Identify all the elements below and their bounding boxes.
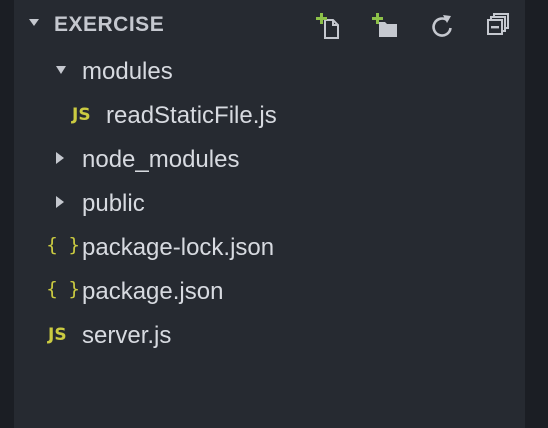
tree-item-modules[interactable]: modules: [14, 49, 525, 93]
tree-item-node-modules[interactable]: node_modules: [14, 137, 525, 181]
refresh-icon: [432, 15, 452, 37]
tree-item-label: public: [82, 190, 145, 217]
tree-item-package-lock-json[interactable]: { } package-lock.json: [14, 225, 525, 269]
js-file-icon: JS: [48, 325, 67, 345]
tree-item-label: node_modules: [82, 146, 240, 173]
tree-item-label: package-lock.json: [82, 234, 275, 261]
new-file-button[interactable]: [314, 10, 346, 42]
tree-item-label: server.js: [82, 322, 172, 349]
tree-item-label: package.json: [82, 278, 224, 305]
tree-item-server-js[interactable]: JS server.js: [14, 313, 525, 357]
json-file-icon: { }: [46, 234, 83, 256]
tree-item-readstaticfile-js[interactable]: JS readStaticFile.js: [14, 93, 525, 137]
tree-item-label: readStaticFile.js: [106, 102, 277, 129]
chevron-right-icon[interactable]: [56, 196, 64, 208]
new-folder-icon: [372, 13, 397, 37]
explorer-panel: EXERCISE modules JS readStaticFile.js no…: [14, 0, 525, 428]
tree-item-label: modules: [82, 58, 173, 85]
collapse-all-icon: [487, 13, 509, 35]
refresh-button[interactable]: [426, 10, 458, 42]
new-file-icon: [316, 13, 339, 39]
js-file-icon: JS: [72, 105, 91, 125]
tree-item-package-json[interactable]: { } package.json: [14, 269, 525, 313]
explorer-title: EXERCISE: [54, 13, 165, 36]
collapse-all-button[interactable]: [482, 10, 514, 42]
chevron-right-icon[interactable]: [56, 152, 64, 164]
json-file-icon: { }: [46, 278, 83, 300]
tree-item-public[interactable]: public: [14, 181, 525, 225]
chevron-down-icon[interactable]: [29, 19, 39, 26]
new-folder-button[interactable]: [370, 10, 402, 42]
explorer-header[interactable]: EXERCISE: [14, 0, 525, 48]
chevron-down-icon[interactable]: [56, 66, 66, 74]
